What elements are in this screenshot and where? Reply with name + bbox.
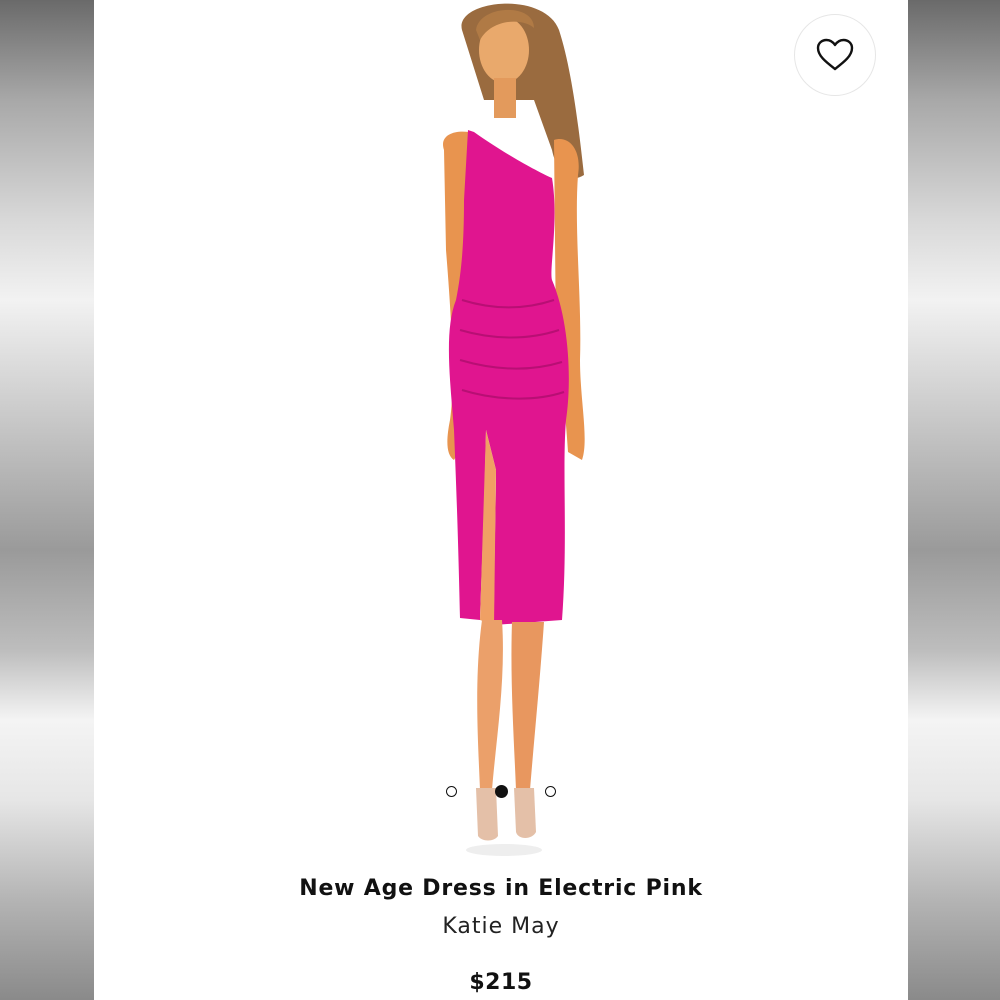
product-card: New Age Dress in Electric Pink Katie May… [94,0,908,1000]
product-price: $215 [469,970,533,995]
carousel-dot-3[interactable] [545,785,556,797]
carousel-dot-1[interactable] [446,785,457,797]
favorite-button[interactable] [794,14,876,96]
product-image[interactable] [384,0,624,860]
background-right-panel [908,0,1000,1000]
carousel-dot-2[interactable] [494,784,508,798]
product-title: New Age Dress in Electric Pink [299,876,703,901]
heart-outline-icon [816,38,854,71]
carousel-pagination [446,783,556,799]
brand-name[interactable]: Katie May [94,914,908,939]
background-left-panel [0,0,94,1000]
